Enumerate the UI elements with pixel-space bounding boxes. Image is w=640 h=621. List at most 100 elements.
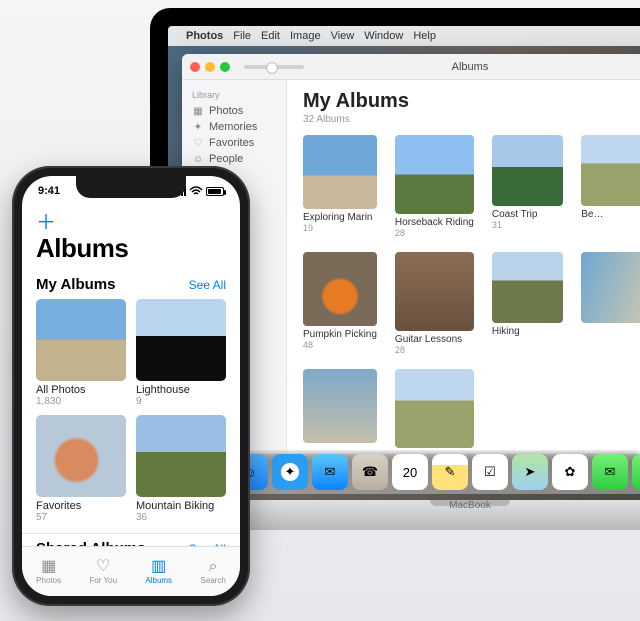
album-thumbnail	[303, 135, 377, 209]
window-titlebar[interactable]: Albums ⓘ ⇪ ↻ ♡ ⌕	[182, 54, 640, 80]
sidebar-item-memories[interactable]: ✦ Memories	[188, 119, 280, 135]
battery-icon	[206, 187, 224, 196]
tab-search[interactable]: ⌕Search	[200, 559, 225, 585]
album-tile[interactable]: Coast Trip31	[492, 135, 563, 238]
sidebar-item-label: People	[209, 153, 243, 165]
album-tile[interactable]: Lighthouse9	[136, 299, 226, 407]
see-all-my-albums[interactable]: See All	[189, 278, 226, 292]
album-tile[interactable]: Hiking	[492, 252, 563, 355]
album-thumbnail	[36, 415, 126, 497]
for-you-icon: ♡	[96, 559, 110, 575]
album-thumbnail	[395, 135, 474, 214]
fullscreen-icon[interactable]	[220, 62, 230, 72]
dock-messages-icon[interactable]: ✉	[592, 454, 628, 490]
screen-title: Albums	[36, 233, 226, 264]
tab-for-you[interactable]: ♡For You	[89, 559, 117, 585]
dock-reminders-icon[interactable]: ☑	[472, 454, 508, 490]
menu-image[interactable]: Image	[290, 30, 321, 42]
tab-label: Albums	[145, 576, 172, 585]
sidebar-item-photos[interactable]: ▦ Photos	[188, 103, 280, 119]
thumbnail-zoom-slider[interactable]	[244, 65, 304, 69]
album-thumbnail	[136, 415, 226, 497]
dock-mail-icon[interactable]: ✉	[312, 454, 348, 490]
tab-albums[interactable]: ▥Albums	[145, 559, 172, 585]
maps-glyph: ➤	[525, 464, 536, 480]
album-tile[interactable]: Mountain Biking36	[136, 415, 226, 523]
dock-maps-icon[interactable]: ➤	[512, 454, 548, 490]
memories-icon: ✦	[192, 122, 204, 133]
minimize-icon[interactable]	[205, 62, 215, 72]
albums-icon: ▥	[151, 559, 166, 575]
album-tile[interactable]: Exploring Marin19	[303, 135, 377, 238]
app-menu[interactable]: Photos	[186, 30, 223, 42]
album-title: Horseback Riding	[395, 217, 474, 228]
album-count: 48	[303, 340, 377, 350]
iphone-notch	[76, 176, 186, 198]
album-tile[interactable]	[581, 252, 640, 355]
people-icon: ☺	[192, 154, 204, 165]
safari-glyph: ✦	[285, 464, 296, 480]
album-title: Pumpkin Picking	[303, 329, 377, 340]
macos-menubar: Photos File Edit Image View Window Help	[168, 26, 640, 46]
dock-notes-icon[interactable]: ✎	[432, 454, 468, 490]
album-tile[interactable]: Be…	[581, 135, 640, 238]
album-title: Exploring Marin	[303, 212, 377, 223]
album-count: 1,830	[36, 396, 126, 407]
page-title: My Albums	[303, 90, 640, 113]
photos-icon: ▦	[41, 559, 56, 575]
sidebar-item-favorites[interactable]: ♡ Favorites	[188, 135, 280, 151]
photos-app-window: Albums ⓘ ⇪ ↻ ♡ ⌕ Library ▦ Photos	[182, 54, 640, 454]
sidebar-item-label: Favorites	[209, 137, 254, 149]
tab-photos[interactable]: ▦Photos	[36, 559, 61, 585]
album-tile[interactable]: Horseback Riding28	[395, 135, 474, 238]
ios-tab-bar: ▦Photos ♡For You ▥Albums ⌕Search	[22, 546, 240, 596]
album-title: Hiking	[492, 326, 563, 337]
album-title: Guitar Lessons	[395, 334, 474, 345]
tab-label: For You	[89, 576, 117, 585]
album-thumbnail	[303, 252, 377, 326]
menu-help[interactable]: Help	[413, 30, 436, 42]
menu-window[interactable]: Window	[364, 30, 403, 42]
close-icon[interactable]	[190, 62, 200, 72]
dock-photos-icon[interactable]: ✿	[552, 454, 588, 490]
menu-view[interactable]: View	[331, 30, 355, 42]
album-count: 28	[395, 345, 474, 355]
dock-safari-icon[interactable]: ✦	[272, 454, 308, 490]
tab-label: Search	[200, 576, 225, 585]
album-tile[interactable]	[395, 369, 474, 451]
album-thumbnail	[492, 135, 563, 206]
window-traffic-lights	[190, 62, 230, 72]
albums-scroll-area[interactable]: My Albums See All All Photos1,830Lightho…	[22, 270, 240, 546]
album-tile[interactable]: Favorites57	[36, 415, 126, 523]
search-icon: ⌕	[209, 559, 218, 575]
section-divider	[22, 533, 240, 534]
section-heading-my-albums: My Albums	[36, 276, 115, 293]
dock-facetime-icon[interactable]: ▣	[632, 454, 640, 490]
dock-calendar-icon[interactable]: 20	[392, 454, 428, 490]
add-button[interactable]: ＋	[36, 206, 226, 235]
reminders-glyph: ☑	[484, 464, 496, 480]
album-title: All Photos	[36, 384, 126, 396]
album-thumbnail	[36, 299, 126, 381]
album-title: Coast Trip	[492, 209, 563, 220]
wifi-icon	[189, 186, 203, 196]
album-tile[interactable]: Pumpkin Picking48	[303, 252, 377, 355]
album-title: Mountain Biking	[136, 500, 226, 512]
menu-edit[interactable]: Edit	[261, 30, 280, 42]
menu-file[interactable]: File	[233, 30, 251, 42]
album-count: 32 Albums	[303, 114, 640, 125]
iphone-device: 9:41 ＋ Albums My Albums See All All Phot…	[12, 166, 250, 606]
dock-contacts-icon[interactable]: ☎	[352, 454, 388, 490]
mail-glyph: ✉	[325, 464, 336, 480]
album-thumbnail	[581, 135, 640, 206]
album-tile[interactable]	[303, 369, 377, 451]
messages-glyph: ✉	[605, 464, 616, 480]
calendar-glyph: 20	[403, 465, 417, 480]
photos-icon: ▦	[192, 106, 204, 117]
album-tile[interactable]: All Photos1,830	[36, 299, 126, 407]
sidebar-item-label: Memories	[209, 121, 257, 133]
photos-glyph: ✿	[565, 464, 576, 480]
sidebar-item-people[interactable]: ☺ People	[188, 151, 280, 167]
my-albums-grid: All Photos1,830Lighthouse9Favorites57Mou…	[36, 299, 226, 523]
album-tile[interactable]: Guitar Lessons28	[395, 252, 474, 355]
